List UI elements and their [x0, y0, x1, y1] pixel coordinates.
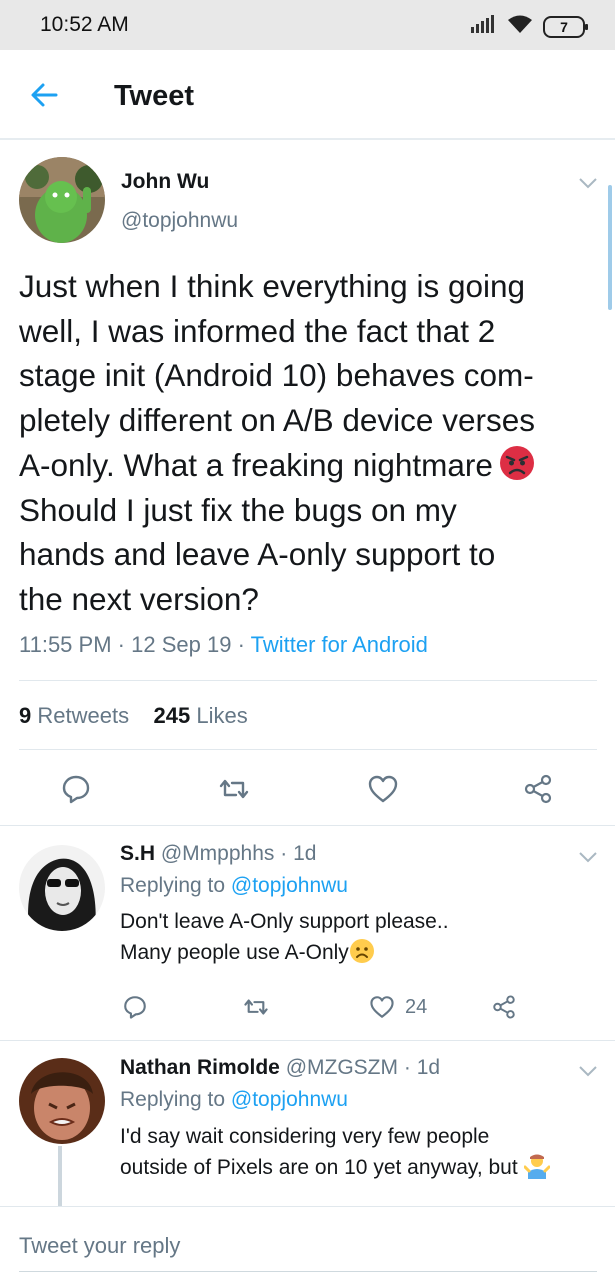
- author-avatar[interactable]: [19, 157, 105, 243]
- reply-author-name[interactable]: Nathan Rimolde: [120, 1056, 280, 1079]
- share-icon: [524, 774, 552, 804]
- like-button[interactable]: [367, 773, 399, 805]
- reply-line: Don't leave A-Only support please..: [120, 910, 449, 933]
- chevron-down-icon: [579, 178, 597, 189]
- retweets-stat[interactable]: 9 Retweets: [19, 703, 129, 728]
- page-title: Tweet: [114, 80, 195, 112]
- replying-to: Replying to @topjohnwu: [120, 874, 348, 898]
- retweet-button[interactable]: [218, 773, 250, 805]
- replying-to: Replying to @topjohnwu: [120, 1088, 348, 1112]
- reply-line-text: Many people use A-Only: [120, 941, 349, 964]
- chevron-down-icon: [579, 852, 597, 863]
- reply-age: 1d: [293, 842, 317, 865]
- scrollbar[interactable]: [608, 185, 612, 310]
- author-handle[interactable]: @topjohnwu: [121, 209, 238, 233]
- reply-line: outside of Pixels are on 10 yet anyway, …: [120, 1152, 551, 1183]
- tweet-meta: 11:55 PM · 12 Sep 19 · Twitter for Andro…: [19, 632, 428, 658]
- reply-like-count: 24: [405, 995, 428, 1018]
- reply-header: S.H @Mmpphhs · 1d: [120, 842, 316, 866]
- app-bar: Tweet: [0, 50, 615, 140]
- tweet-time: 11:55 PM: [19, 632, 112, 657]
- reply-options-button[interactable]: [578, 1064, 598, 1077]
- likes-stat[interactable]: 245 Likes: [154, 703, 248, 728]
- divider: [19, 749, 597, 750]
- tweet-options-button[interactable]: [578, 176, 598, 189]
- divider: [0, 1206, 615, 1207]
- reply-like-button[interactable]: 24: [369, 994, 427, 1020]
- signal-icon: [471, 15, 497, 38]
- likes-count: 245: [153, 703, 191, 728]
- heart-icon: [368, 775, 398, 803]
- chevron-down-icon: [579, 1066, 597, 1077]
- divider: [19, 680, 597, 681]
- compose-underline: [19, 1271, 597, 1272]
- heart-icon: [370, 996, 394, 1018]
- person-shrugging-emoji: [523, 1154, 551, 1179]
- reply-line-text: outside of Pixels are on 10 yet anyway, …: [120, 1156, 518, 1179]
- replying-to-label: Replying to: [120, 874, 226, 897]
- tweet-line: Should I just fix the bugs on my: [19, 491, 457, 528]
- reply-button[interactable]: [60, 773, 92, 805]
- retweets-label: Retweets: [37, 703, 130, 728]
- reply-author-handle[interactable]: @Mmpphhs: [161, 842, 275, 865]
- reply-options-button[interactable]: [578, 850, 598, 863]
- tweet-stats: 9 Retweets 245 Likes: [19, 703, 248, 729]
- tweet-line: stage init (Android 10) behaves com-: [19, 357, 534, 394]
- retweet-icon: [219, 779, 249, 799]
- tweet-line: Just when I think everything is going: [19, 268, 526, 304]
- separator: ·: [280, 842, 288, 865]
- reply-avatar[interactable]: [19, 1058, 105, 1144]
- tweet-line: A-only. What a freaking nightmare: [19, 443, 599, 488]
- status-bar: 10:52 AM 7: [0, 0, 615, 50]
- thread-line: [58, 1146, 62, 1206]
- back-button[interactable]: [28, 79, 60, 111]
- share-button[interactable]: [522, 773, 554, 805]
- tweet-line: the next version?: [19, 580, 259, 617]
- tweet-line: pletely different on A/B device verses: [19, 402, 535, 439]
- reply-line: Many people use A-Only: [120, 937, 449, 968]
- retweet-icon: [244, 999, 268, 1015]
- reply-text: I'd say wait considering very few people…: [120, 1121, 551, 1183]
- replying-to-label: Replying to: [120, 1088, 226, 1111]
- divider: [0, 825, 615, 826]
- tweet-date: 12 Sep 19: [131, 632, 232, 657]
- reply-share-button[interactable]: [491, 994, 517, 1020]
- reply-text: Don't leave A-Only support please.. Many…: [120, 906, 449, 968]
- retweets-count: 9: [19, 703, 32, 728]
- angry-face-emoji: [499, 445, 534, 480]
- reply-icon: [124, 996, 146, 1019]
- tweet-line-text: A-only. What a freaking nightmare: [19, 446, 493, 483]
- frowning-face-emoji: [349, 939, 374, 963]
- replying-to-link[interactable]: @topjohnwu: [231, 874, 348, 897]
- status-icons: 7: [471, 14, 588, 39]
- divider: [0, 1040, 615, 1041]
- tweet-text: Just when I think everything is going we…: [19, 264, 599, 622]
- status-time: 10:52 AM: [40, 13, 129, 36]
- tweet-line: hands and leave A-only support to: [19, 536, 496, 573]
- separator: ·: [117, 632, 125, 657]
- reply-compose-input[interactable]: Tweet your reply: [19, 1233, 599, 1263]
- arrow-left-icon: [31, 83, 58, 107]
- reply-reply-button[interactable]: [122, 994, 148, 1020]
- reply-age: 1d: [416, 1056, 441, 1079]
- wifi-icon: [507, 14, 533, 39]
- reply-avatar[interactable]: [19, 845, 105, 931]
- battery-icon: 7: [543, 15, 588, 38]
- tweet-line: well, I was informed the fact that 2: [19, 312, 496, 349]
- replying-to-link[interactable]: @topjohnwu: [231, 1088, 348, 1111]
- reply-line: I'd say wait considering very few people: [120, 1125, 490, 1148]
- separator: ·: [403, 1056, 411, 1079]
- reply-author-name[interactable]: S.H: [120, 842, 155, 865]
- reply-header: Nathan Rimolde @MZGSZM · 1d: [120, 1056, 440, 1080]
- author-name[interactable]: John Wu: [121, 170, 209, 194]
- reply-author-handle[interactable]: @MZGSZM: [286, 1056, 398, 1079]
- separator: ·: [237, 632, 245, 657]
- reply-icon: [62, 775, 90, 804]
- reply-retweet-button[interactable]: [243, 994, 269, 1020]
- likes-label: Likes: [196, 703, 248, 728]
- tweet-source-link[interactable]: Twitter for Android: [251, 632, 428, 657]
- share-icon: [493, 995, 515, 1019]
